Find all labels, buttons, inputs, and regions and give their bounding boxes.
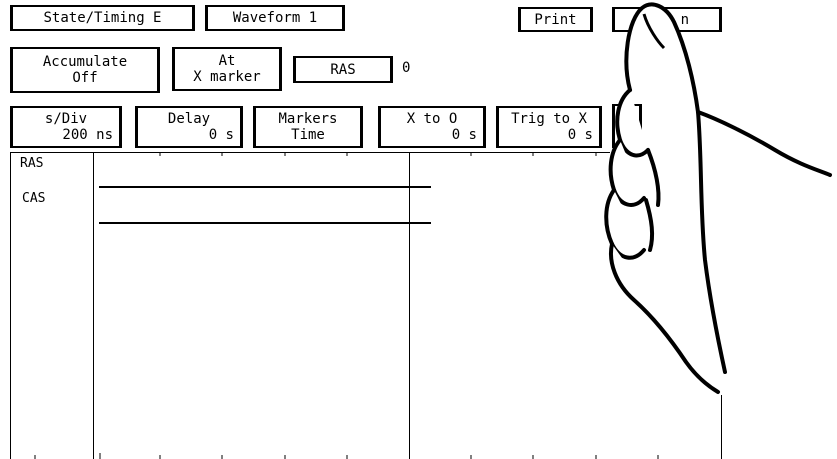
- print-label: Print: [534, 11, 577, 28]
- label-select-text: RAS: [330, 61, 356, 78]
- state-timing-menu-button[interactable]: State/Timing E: [10, 5, 195, 31]
- x-to-o-title: X to O: [406, 111, 458, 127]
- label-column-divider: [93, 152, 94, 459]
- at-marker-value: X marker: [193, 69, 261, 85]
- accumulate-title: Accumulate: [42, 54, 128, 70]
- label-value: 0: [402, 60, 411, 76]
- right-marker-line: [721, 395, 722, 459]
- markers-title: Markers: [278, 111, 338, 127]
- trig-to-x-title: Trig to X: [511, 111, 587, 127]
- seconds-per-div-field[interactable]: s/Div 200 ns: [10, 106, 122, 148]
- print-button[interactable]: Print: [518, 7, 593, 32]
- display-top-border: [10, 152, 610, 153]
- waveform-label: Waveform 1: [232, 10, 318, 26]
- accumulate-button[interactable]: Accumulate Off: [10, 47, 160, 93]
- trig-to-x-field[interactable]: Trig to X 0 s: [496, 106, 602, 148]
- waveform-menu-button[interactable]: Waveform 1: [205, 5, 345, 31]
- center-reference-line: [409, 152, 410, 459]
- channel-label-cas[interactable]: CAS: [22, 191, 45, 206]
- pointing-hand-icon: [604, 2, 832, 394]
- accumulate-value: Off: [72, 70, 98, 86]
- state-timing-label: State/Timing E: [43, 10, 162, 26]
- markers-mode-button[interactable]: Markers Time: [253, 106, 363, 148]
- x-to-o-field[interactable]: X to O 0 s: [378, 106, 486, 148]
- channel-label-ras[interactable]: RAS: [20, 156, 43, 171]
- trig-to-x-value: 0 s: [567, 127, 593, 143]
- markers-value: Time: [291, 127, 325, 143]
- seconds-per-div-value: 200 ns: [62, 127, 113, 143]
- seconds-per-div-title: s/Div: [44, 111, 88, 127]
- delay-value: 0 s: [208, 127, 234, 143]
- ras-waveform-trace: [99, 186, 431, 188]
- cas-waveform-trace: [99, 222, 431, 224]
- delay-title: Delay: [167, 111, 211, 127]
- at-marker-button[interactable]: At X marker: [172, 47, 282, 91]
- delay-field[interactable]: Delay 0 s: [135, 106, 243, 148]
- label-select-button[interactable]: RAS: [293, 56, 393, 83]
- x-to-o-value: 0 s: [451, 127, 477, 143]
- display-left-border: [10, 152, 11, 459]
- at-marker-title: At: [218, 53, 236, 69]
